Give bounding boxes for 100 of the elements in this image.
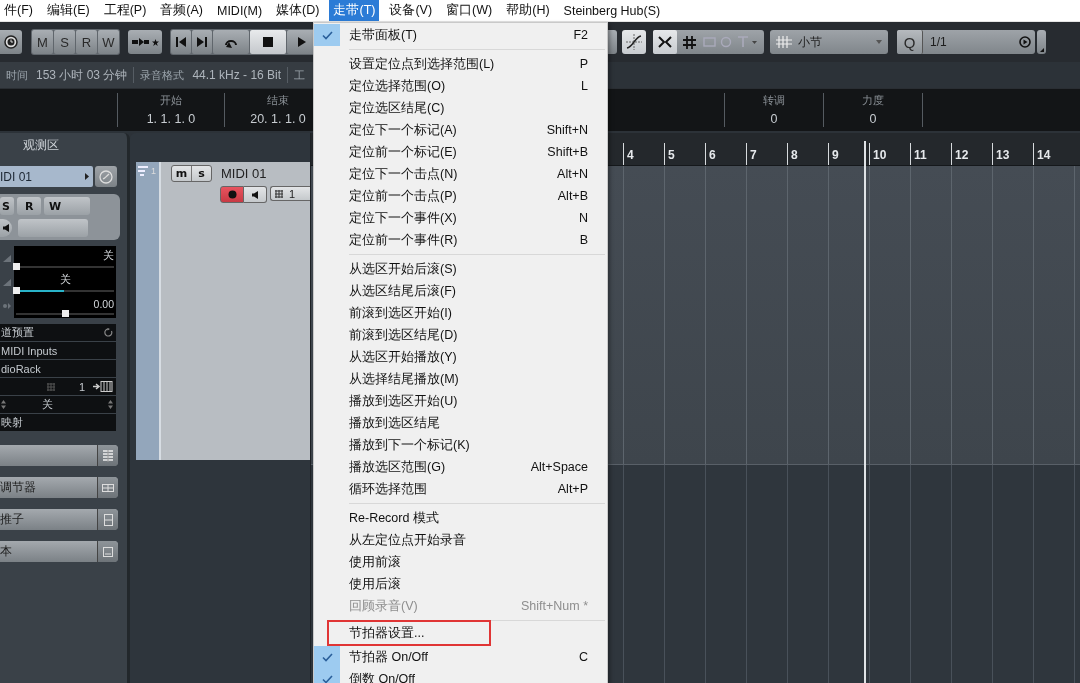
menu-item[interactable]: 件(F) — [0, 0, 37, 21]
slider-handle[interactable] — [13, 262, 20, 270]
quantize-dropdown[interactable]: 1/1 — [924, 30, 1035, 54]
section-button[interactable]: 推子 — [0, 509, 118, 530]
menu-item[interactable]: 从选择结尾播放(M) — [314, 368, 607, 390]
menu-item[interactable]: 使用前滚 — [314, 551, 607, 573]
menu-item[interactable]: Steinberg Hub(S) — [559, 0, 665, 21]
stop-button[interactable] — [250, 30, 286, 54]
menu-item[interactable]: Re-Record 模式 — [314, 507, 607, 529]
menu-item[interactable]: 从选区开始后滚(S) — [314, 258, 607, 280]
channel-button[interactable]: R — [17, 197, 41, 215]
section-button[interactable]: 本 — [0, 541, 118, 562]
menu-item[interactable]: 定位前一个标记(E) Shift+B — [314, 141, 607, 163]
solo-button[interactable]: s — [191, 166, 211, 181]
menu-item[interactable]: 工程(P) — [99, 0, 151, 21]
menu-item[interactable]: 从左定位点开始录音 — [314, 529, 607, 551]
menu-item[interactable]: 定位下一个事件(X) N — [314, 207, 607, 229]
menu-item[interactable]: 播放选区范围(G) Alt+Space — [314, 456, 607, 478]
bar-number: 6 — [709, 148, 716, 162]
menu-item[interactable]: 设备(V) — [385, 0, 437, 21]
channel-button[interactable]: S — [0, 197, 14, 215]
mute-button[interactable]: m — [172, 166, 191, 181]
shortcut-label: Alt+B — [557, 189, 588, 203]
grid-icon — [683, 35, 696, 49]
previous-button[interactable] — [171, 30, 191, 54]
channel-field[interactable]: 1 — [59, 380, 85, 393]
snap-button[interactable] — [653, 30, 677, 54]
folder-lines-icon — [138, 166, 148, 178]
menu-item[interactable]: 音频(A) — [156, 0, 207, 21]
menu-item[interactable]: 播放到选区开始(U) — [314, 390, 607, 412]
menu-item[interactable]: 窗口(W) — [442, 0, 497, 21]
automation-button[interactable] — [128, 30, 162, 54]
check-icon — [321, 674, 333, 683]
mode-button[interactable]: R — [76, 30, 97, 54]
menu-item[interactable]: 定位下一个标记(A) Shift+N — [314, 119, 607, 141]
play-icon — [298, 37, 306, 47]
shortcut-label: Shift+N — [546, 123, 588, 137]
star-icon — [151, 38, 159, 46]
menu-item[interactable]: 前滚到选区结尾(D) — [314, 324, 607, 346]
mode-button[interactable]: M — [32, 30, 53, 54]
tool-button[interactable] — [622, 30, 646, 54]
section-button[interactable]: 调节器 — [0, 477, 118, 498]
mode-button[interactable]: W — [98, 30, 119, 54]
notepad-icon — [103, 546, 113, 557]
menu-item[interactable]: 节拍器 On/Off C — [314, 646, 607, 668]
slider-handle[interactable] — [62, 309, 69, 317]
output-field[interactable]: dioRack — [0, 360, 116, 377]
edit-button[interactable] — [95, 166, 117, 187]
menu-item[interactable]: 播放到下一个标记(K) — [314, 434, 607, 456]
menu-item[interactable]: 循环选择范围 Alt+P — [314, 478, 607, 500]
play-circle-icon — [1019, 36, 1031, 48]
mode-button[interactable]: S — [54, 30, 75, 54]
snap-type-dropdown[interactable]: 小节 — [770, 30, 888, 54]
track-name-field[interactable]: IDI 01 — [0, 166, 93, 187]
menu-item[interactable]: 走带面板(T) F2 — [314, 24, 607, 46]
clock-button[interactable] — [0, 30, 22, 54]
quantize-button[interactable]: Q — [897, 30, 923, 54]
delay-icon — [3, 303, 11, 310]
menu-item[interactable]: 媒体(D) — [272, 0, 324, 21]
slider-bar[interactable] — [18, 219, 88, 237]
section-button[interactable] — [0, 445, 118, 466]
pan-icon — [3, 279, 11, 286]
menu-item[interactable]: 播放到选区结尾 — [314, 412, 607, 434]
bar-number: 11 — [914, 148, 927, 162]
menu-item[interactable]: 从选区开始播放(Y) — [314, 346, 607, 368]
map-field[interactable]: 映射 — [0, 414, 116, 431]
record-icon — [227, 190, 237, 199]
field-label: 转调 — [763, 94, 785, 108]
menu-item[interactable]: 定位前一个击点(P) Alt+B — [314, 185, 607, 207]
monitor-button[interactable] — [0, 219, 12, 237]
field-value: 0 — [869, 112, 877, 126]
menu-item[interactable]: 使用后滚 — [314, 573, 607, 595]
menu-item[interactable]: 定位下一个击点(N) Alt+N — [314, 163, 607, 185]
menu-item[interactable]: 定位选区结尾(C) — [314, 97, 607, 119]
channel-button[interactable]: W — [44, 197, 90, 215]
menu-item[interactable]: 前滚到选区开始(I) — [314, 302, 607, 324]
menu-item[interactable]: 设置定位点到选择范围(L) P — [314, 53, 607, 75]
input-field[interactable]: MIDI Inputs — [0, 342, 116, 359]
monitor-button[interactable] — [244, 186, 267, 203]
bar-number: 12 — [955, 148, 969, 162]
shortcut-label: F2 — [573, 28, 588, 42]
menu-item[interactable]: 编辑(E) — [42, 0, 94, 21]
channel-field[interactable]: 1 — [270, 186, 310, 201]
field-label: 力度 — [862, 94, 884, 108]
menu-item[interactable]: 从选区结尾后滚(F) — [314, 280, 607, 302]
slider-handle[interactable] — [13, 286, 20, 294]
menu-item[interactable]: MIDI(M) — [213, 0, 267, 21]
speaker-icon — [252, 190, 258, 199]
menu-item[interactable]: 定位前一个事件(R) B — [314, 229, 607, 251]
menu-item[interactable]: 定位选择范围(O) L — [314, 75, 607, 97]
preset-field[interactable]: 道预置 — [0, 324, 116, 341]
cycle-button[interactable] — [213, 30, 249, 54]
resize-button[interactable] — [1037, 30, 1046, 54]
record-button[interactable] — [220, 186, 244, 203]
volume-icon — [3, 254, 11, 262]
shortcut-label: P — [579, 57, 588, 71]
fader-icon — [103, 513, 113, 526]
menu-item[interactable]: 走带(T) — [329, 0, 380, 21]
menu-item[interactable]: 帮助(H) — [502, 0, 554, 21]
next-button[interactable] — [192, 30, 212, 54]
